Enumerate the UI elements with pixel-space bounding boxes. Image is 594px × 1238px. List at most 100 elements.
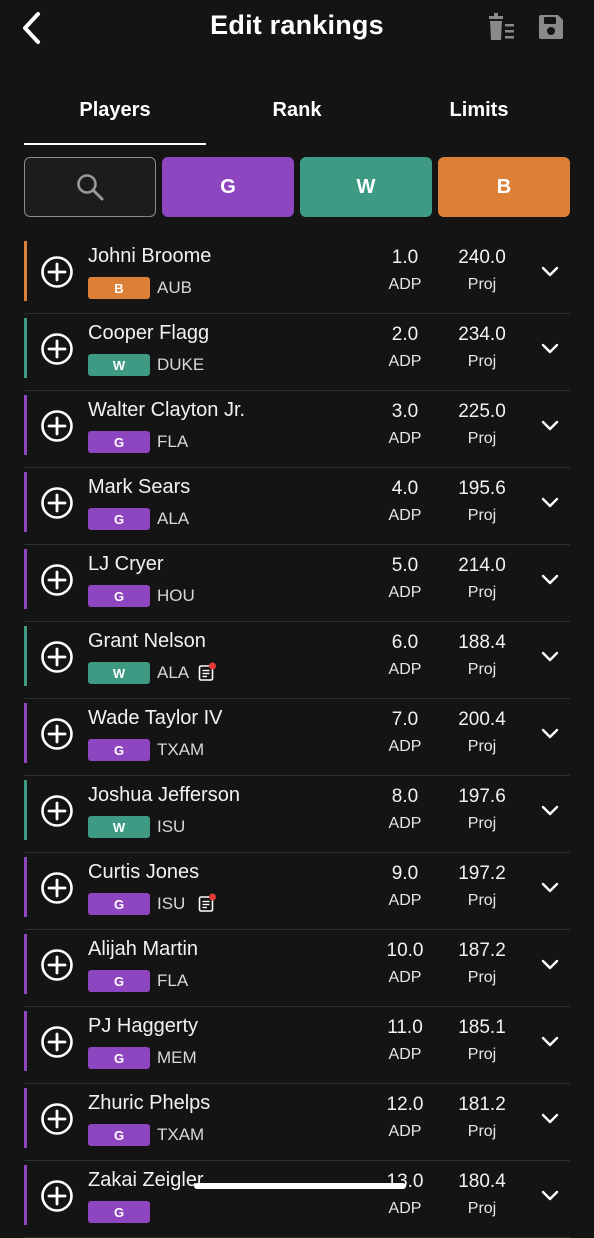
position-badge: G bbox=[88, 508, 150, 530]
chevron-down-icon[interactable] bbox=[536, 719, 564, 747]
player-row[interactable]: Zhuric Phelps G TXAM 12.0 ADP 181.2 Proj bbox=[24, 1084, 570, 1161]
tab-players[interactable]: Players bbox=[24, 88, 206, 132]
player-row[interactable]: Mark Sears G ALA 4.0 ADP 195.6 Proj bbox=[24, 468, 570, 545]
add-circle-icon[interactable] bbox=[40, 871, 74, 905]
position-color-bar bbox=[24, 780, 27, 840]
proj-label: Proj bbox=[467, 276, 497, 293]
floppy-disk-icon bbox=[539, 15, 563, 39]
clear-rankings-button[interactable] bbox=[484, 10, 518, 44]
proj-value: 180.4 bbox=[458, 1171, 506, 1192]
adp-value: 9.0 bbox=[391, 863, 419, 884]
adp-value: 4.0 bbox=[391, 478, 419, 499]
player-row[interactable]: Johni Broome B AUB 1.0 ADP 240.0 Proj bbox=[24, 237, 570, 314]
player-row[interactable]: PJ Haggerty G MEM 11.0 ADP 185.1 Proj bbox=[24, 1007, 570, 1084]
adp-label: ADP bbox=[388, 1200, 422, 1217]
news-note-icon[interactable] bbox=[198, 662, 216, 682]
proj-value: 225.0 bbox=[458, 401, 506, 422]
filter-g-button[interactable]: G bbox=[162, 157, 294, 217]
add-circle-icon[interactable] bbox=[40, 948, 74, 982]
player-row[interactable]: Cooper Flagg W DUKE 2.0 ADP 234.0 Proj bbox=[24, 314, 570, 391]
chevron-down-icon[interactable] bbox=[536, 565, 564, 593]
proj-value: 197.2 bbox=[458, 863, 506, 884]
team-label: FLA bbox=[157, 971, 189, 990]
player-row[interactable]: Grant Nelson W ALA 6.0 ADP 188.4 Proj bbox=[24, 622, 570, 699]
player-name: Joshua Jefferson bbox=[88, 784, 240, 806]
add-circle-icon[interactable] bbox=[40, 332, 74, 366]
add-circle-icon[interactable] bbox=[40, 717, 74, 751]
position-color-bar bbox=[24, 934, 27, 994]
news-note-icon[interactable] bbox=[198, 893, 216, 913]
chevron-down-icon[interactable] bbox=[536, 488, 564, 516]
player-name: LJ Cryer bbox=[88, 553, 164, 575]
adp-value: 10.0 bbox=[386, 940, 424, 961]
tab-limits[interactable]: Limits bbox=[388, 88, 570, 132]
proj-label: Proj bbox=[467, 815, 497, 832]
player-name: Walter Clayton Jr. bbox=[88, 399, 246, 421]
add-circle-icon[interactable] bbox=[40, 563, 74, 597]
filter-bar: G W B bbox=[24, 157, 570, 217]
add-circle-icon[interactable] bbox=[40, 409, 74, 443]
tab-rank[interactable]: Rank bbox=[206, 88, 388, 132]
active-tab-indicator bbox=[24, 143, 206, 145]
header-bar: Edit rankings bbox=[0, 0, 594, 56]
chevron-down-icon[interactable] bbox=[536, 873, 564, 901]
chevron-down-icon[interactable] bbox=[536, 1027, 564, 1055]
proj-label: Proj bbox=[467, 738, 497, 755]
player-row[interactable]: Joshua Jefferson W ISU 8.0 ADP 197.6 Proj bbox=[24, 776, 570, 853]
proj-value: 214.0 bbox=[458, 555, 506, 576]
adp-label: ADP bbox=[388, 661, 422, 678]
proj-label: Proj bbox=[467, 353, 497, 370]
add-circle-icon[interactable] bbox=[40, 255, 74, 289]
chevron-down-icon[interactable] bbox=[536, 257, 564, 285]
team-label: ALA bbox=[157, 509, 190, 528]
position-color-bar bbox=[24, 472, 27, 532]
chevron-down-icon[interactable] bbox=[536, 796, 564, 824]
add-circle-icon[interactable] bbox=[40, 1102, 74, 1136]
proj-value: 195.6 bbox=[458, 478, 506, 499]
chevron-down-icon[interactable] bbox=[536, 642, 564, 670]
save-button[interactable] bbox=[534, 10, 568, 44]
player-name: Cooper Flagg bbox=[88, 322, 210, 344]
proj-value: 200.4 bbox=[458, 709, 506, 730]
position-badge: W bbox=[88, 662, 150, 684]
player-row[interactable]: Wade Taylor IV G TXAM 7.0 ADP 200.4 Proj bbox=[24, 699, 570, 776]
chevron-down-icon[interactable] bbox=[536, 950, 564, 978]
proj-label: Proj bbox=[467, 969, 497, 986]
proj-value: 185.1 bbox=[458, 1017, 506, 1038]
search-button[interactable] bbox=[24, 157, 156, 217]
chevron-down-icon[interactable] bbox=[536, 1181, 564, 1209]
adp-value: 3.0 bbox=[391, 401, 419, 422]
filter-w-button[interactable]: W bbox=[300, 157, 432, 217]
chevron-down-icon[interactable] bbox=[536, 1104, 564, 1132]
proj-label: Proj bbox=[467, 1046, 497, 1063]
position-color-bar bbox=[24, 1011, 27, 1071]
adp-value: 11.0 bbox=[387, 1017, 423, 1038]
position-badge: G bbox=[88, 431, 150, 453]
position-badge: G bbox=[88, 585, 150, 607]
chevron-down-icon[interactable] bbox=[536, 411, 564, 439]
player-row[interactable]: Curtis Jones G ISU 9.0 ADP 197.2 Proj bbox=[24, 853, 570, 930]
player-row[interactable]: Walter Clayton Jr. G FLA 3.0 ADP 225.0 Proj bbox=[24, 391, 570, 468]
add-circle-icon[interactable] bbox=[40, 1025, 74, 1059]
filter-b-button[interactable]: B bbox=[438, 157, 570, 217]
adp-label: ADP bbox=[388, 430, 422, 447]
chevron-down-icon[interactable] bbox=[536, 334, 564, 362]
player-row[interactable]: Alijah Martin G FLA 10.0 ADP 187.2 Proj bbox=[24, 930, 570, 1007]
proj-label: Proj bbox=[467, 661, 497, 678]
position-badge: G bbox=[88, 970, 150, 992]
adp-label: ADP bbox=[388, 1123, 422, 1140]
proj-label: Proj bbox=[467, 892, 497, 909]
add-circle-icon[interactable] bbox=[40, 486, 74, 520]
player-name: Alijah Martin bbox=[88, 938, 199, 960]
adp-label: ADP bbox=[388, 584, 422, 601]
adp-value: 13.0 bbox=[386, 1171, 424, 1192]
player-row[interactable]: LJ Cryer G HOU 5.0 ADP 214.0 Proj bbox=[24, 545, 570, 622]
team-label: FLA bbox=[157, 432, 189, 451]
add-circle-icon[interactable] bbox=[40, 794, 74, 828]
adp-label: ADP bbox=[388, 815, 422, 832]
proj-label: Proj bbox=[467, 507, 497, 524]
player-name: Curtis Jones bbox=[88, 861, 200, 883]
player-name: Mark Sears bbox=[88, 476, 191, 498]
add-circle-icon[interactable] bbox=[40, 1179, 74, 1213]
add-circle-icon[interactable] bbox=[40, 640, 74, 674]
